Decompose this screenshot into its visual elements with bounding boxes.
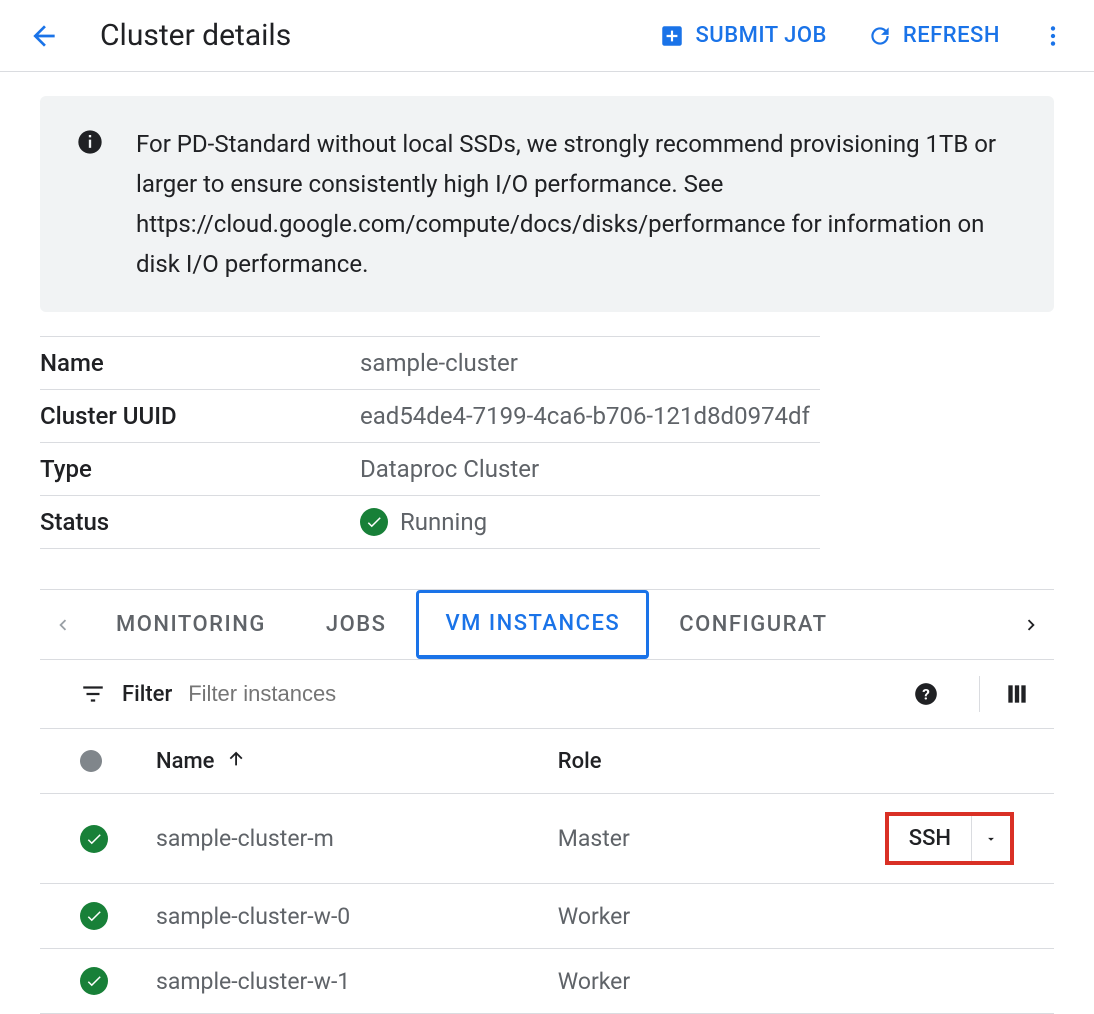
table-row: sample-cluster-w-0Worker xyxy=(40,884,1054,949)
filter-bar: Filter ? xyxy=(40,660,1054,728)
tab-monitoring[interactable]: MONITORING xyxy=(86,590,296,659)
table-row: sample-cluster-mMaster SSH xyxy=(40,794,1054,884)
instance-name[interactable]: sample-cluster-m xyxy=(132,794,534,884)
instance-status-icon xyxy=(80,967,108,995)
instance-status-icon xyxy=(80,902,108,930)
status-column-header[interactable] xyxy=(80,750,102,772)
help-icon[interactable]: ? xyxy=(913,681,939,707)
svg-text:?: ? xyxy=(922,685,930,703)
submit-job-label: SUBMIT JOB xyxy=(695,23,826,48)
tab-scroll-left[interactable] xyxy=(40,594,86,656)
status-label: Status xyxy=(40,496,360,549)
instance-role: Master xyxy=(534,794,734,884)
name-value: sample-cluster xyxy=(360,337,820,390)
instance-role: Worker xyxy=(534,884,734,949)
filter-input[interactable] xyxy=(188,677,897,711)
back-button[interactable] xyxy=(28,20,60,52)
name-column-header[interactable]: Name xyxy=(156,747,510,775)
info-banner-text: For PD-Standard without local SSDs, we s… xyxy=(136,124,1018,284)
page-title: Cluster details xyxy=(100,18,291,53)
filter-label: Filter xyxy=(122,682,172,707)
tabs-bar: MONITORING JOBS VM INSTANCES CONFIGURAT xyxy=(40,589,1054,660)
ssh-main[interactable]: SSH xyxy=(889,816,972,861)
tab-jobs[interactable]: JOBS xyxy=(296,590,417,659)
uuid-label: Cluster UUID xyxy=(40,390,360,443)
type-label: Type xyxy=(40,443,360,496)
info-icon xyxy=(76,128,104,156)
header-bar: Cluster details SUBMIT JOB REFRESH xyxy=(0,0,1094,72)
tab-scroll-right[interactable] xyxy=(1008,594,1054,656)
ssh-button[interactable]: SSH xyxy=(885,812,1014,865)
type-value: Dataproc Cluster xyxy=(360,443,820,496)
instance-role: Worker xyxy=(534,949,734,1014)
add-box-icon xyxy=(659,23,685,49)
uuid-value: ead54de4-7199-4ca6-b706-121d8d0974df xyxy=(360,390,820,443)
refresh-icon xyxy=(867,23,893,49)
instances-table: Name Role sample-cluster-mMasterSSHsampl… xyxy=(40,728,1054,1014)
filter-icon xyxy=(80,681,106,707)
sort-ascending-icon xyxy=(226,747,248,775)
ssh-dropdown[interactable] xyxy=(972,816,1010,861)
status-value: Running xyxy=(400,508,487,536)
instance-name[interactable]: sample-cluster-w-1 xyxy=(132,949,534,1014)
status-running-icon xyxy=(360,508,388,536)
info-banner: For PD-Standard without local SSDs, we s… xyxy=(40,96,1054,312)
name-label: Name xyxy=(40,337,360,390)
instance-name[interactable]: sample-cluster-w-0 xyxy=(132,884,534,949)
tab-vm-instances[interactable]: VM INSTANCES xyxy=(416,590,649,659)
more-menu-button[interactable] xyxy=(1040,23,1066,49)
tab-configuration[interactable]: CONFIGURAT xyxy=(649,590,857,659)
columns-icon[interactable] xyxy=(979,676,1030,712)
instance-status-icon xyxy=(80,825,108,853)
table-row: sample-cluster-w-1Worker xyxy=(40,949,1054,1014)
refresh-label: REFRESH xyxy=(903,23,1000,48)
details-table: Name sample-cluster Cluster UUID ead54de… xyxy=(40,336,820,549)
submit-job-button[interactable]: SUBMIT JOB xyxy=(659,23,826,49)
role-column-header[interactable]: Role xyxy=(534,729,734,794)
refresh-button[interactable]: REFRESH xyxy=(867,23,1000,49)
